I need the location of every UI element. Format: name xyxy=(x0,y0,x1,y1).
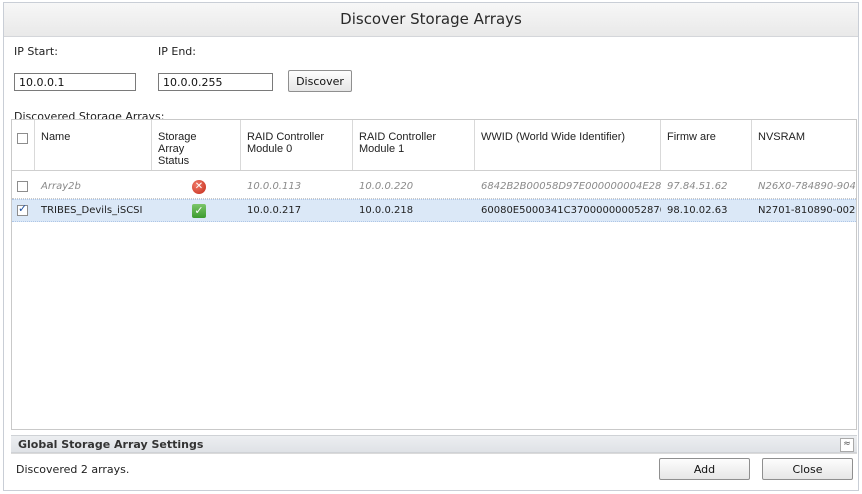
firmware-value: 97.84.51.62 xyxy=(667,181,728,192)
rc-module-0-ip: 10.0.0.217 xyxy=(247,205,302,216)
global-settings-bar[interactable]: Global Storage Array Settings ≈ xyxy=(11,435,857,453)
dialog-footer: Discovered 2 arrays. Add Close xyxy=(11,453,857,483)
row-checkbox[interactable] xyxy=(17,181,28,192)
close-button[interactable]: Close xyxy=(762,458,853,480)
dialog-title: Discover Storage Arrays xyxy=(4,3,858,37)
header-name[interactable]: Name xyxy=(35,120,152,170)
ip-end-input[interactable] xyxy=(158,73,273,91)
nvsram-value: N2701-810890-002 xyxy=(758,205,856,216)
header-nvsram[interactable]: NVSRAM xyxy=(752,120,856,170)
rc-module-1-ip: 10.0.0.220 xyxy=(359,181,414,192)
firmware-value: 98.10.02.63 xyxy=(667,205,728,216)
ip-start-label: IP Start: xyxy=(14,45,58,58)
global-settings-title: Global Storage Array Settings xyxy=(18,438,204,451)
discover-button[interactable]: Discover xyxy=(288,70,352,92)
wwid-value: 60080E5000341C37000000005287034C xyxy=(481,205,661,216)
ip-start-input[interactable] xyxy=(14,73,136,91)
header-rc-module-1[interactable]: RAID Controller Module 1 xyxy=(353,120,475,170)
storage-arrays-table: Name Storage Array Status RAID Controlle… xyxy=(11,119,857,430)
table-row[interactable]: TRIBES_Devils_iSCSI ✓ 10.0.0.217 10.0.0.… xyxy=(12,199,856,222)
add-button[interactable]: Add xyxy=(659,458,750,480)
table-header: Name Storage Array Status RAID Controlle… xyxy=(12,120,856,171)
header-wwid[interactable]: WWID (World Wide Identifier) xyxy=(475,120,661,170)
rc-module-0-ip: 10.0.0.113 xyxy=(247,181,302,192)
array-name: TRIBES_Devils_iSCSI xyxy=(41,205,143,216)
header-rc-module-0[interactable]: RAID Controller Module 0 xyxy=(241,120,353,170)
table-row[interactable]: Array2b ✕ 10.0.0.113 10.0.0.220 6842B2B0… xyxy=(12,176,856,199)
select-all-checkbox[interactable] xyxy=(17,133,28,144)
error-x-icon: ✕ xyxy=(192,180,206,194)
header-status[interactable]: Storage Array Status xyxy=(152,120,241,170)
wwid-value: 6842B2B00058D97E000000004E28234E xyxy=(481,181,661,192)
header-firmware[interactable]: Firmw are xyxy=(661,120,752,170)
header-select-all[interactable] xyxy=(12,120,35,170)
status-message: Discovered 2 arrays. xyxy=(16,463,130,476)
nvsram-value: N26X0-784890-904 xyxy=(758,181,856,192)
rc-module-1-ip: 10.0.0.218 xyxy=(359,205,414,216)
ip-end-label: IP End: xyxy=(158,45,196,58)
ok-check-icon: ✓ xyxy=(192,204,206,218)
array-name: Array2b xyxy=(41,181,81,192)
collapse-icon[interactable]: ≈ xyxy=(840,438,854,452)
row-checkbox[interactable] xyxy=(17,202,28,216)
